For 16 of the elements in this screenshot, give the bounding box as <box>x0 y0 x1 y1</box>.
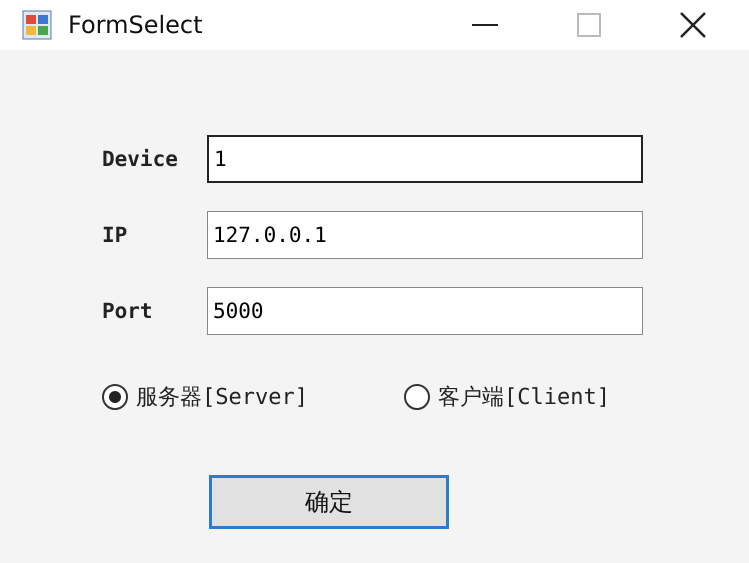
radio-label[interactable]: 客户端[Client] <box>438 382 610 412</box>
window-title: FormSelect <box>68 11 204 39</box>
field-label: Device <box>102 147 179 171</box>
close-icon <box>680 12 706 38</box>
field-label: Port <box>102 299 154 323</box>
app-icon <box>22 10 52 40</box>
radio-label[interactable]: 服务器[Server] <box>136 382 308 412</box>
maximize-icon <box>577 13 601 37</box>
field-label: IP <box>102 223 128 247</box>
radio-button[interactable] <box>102 384 128 410</box>
radio-button[interactable] <box>404 384 430 410</box>
ok-button[interactable]: 确定 <box>209 475 449 529</box>
minimize-icon <box>472 24 498 26</box>
input-field[interactable]: 1 <box>207 135 643 183</box>
input-field[interactable]: 5000 <box>207 287 643 335</box>
input-field[interactable]: 127.0.0.1 <box>207 211 643 259</box>
